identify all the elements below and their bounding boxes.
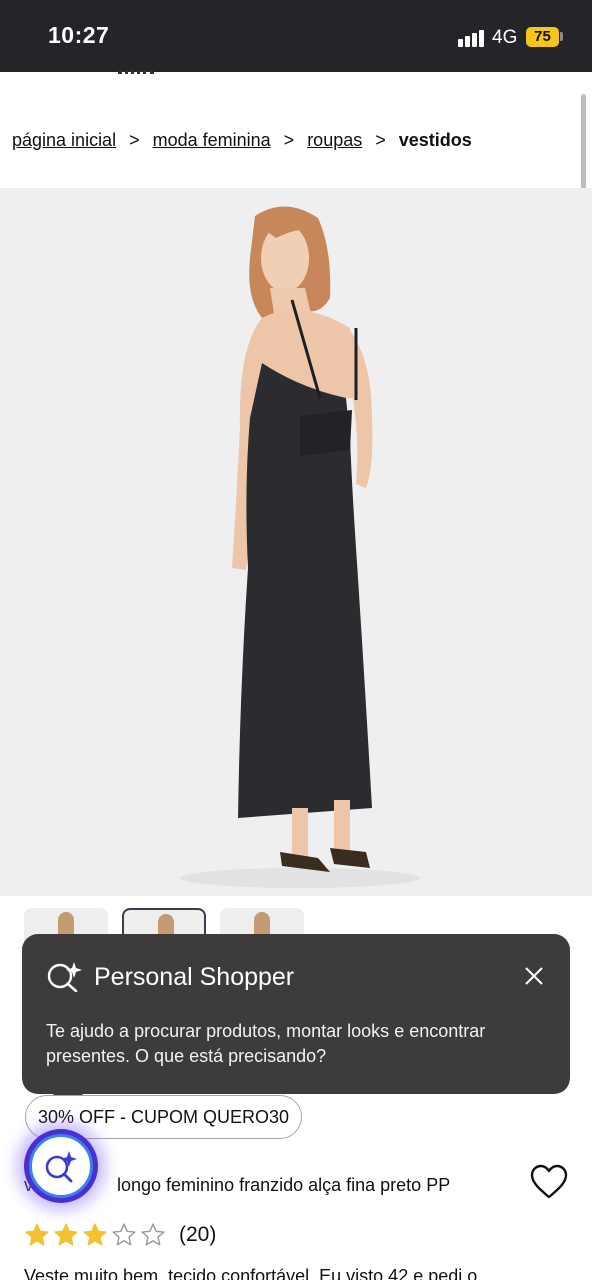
popup-message: Te ajudo a procurar produtos, montar loo… [46, 1021, 486, 1066]
site-header [0, 72, 592, 80]
network-type: 4G [492, 27, 518, 48]
breadcrumb-home[interactable]: página inicial [12, 130, 116, 151]
rating-stars [24, 1222, 166, 1248]
battery-icon: 75 [526, 27, 559, 47]
breadcrumb-roupas[interactable]: roupas [307, 130, 362, 151]
star-icon [112, 1223, 136, 1246]
breadcrumb: página inicial > moda feminina > roupas … [12, 130, 472, 151]
site-logo[interactable] [118, 66, 154, 74]
popup-title: Personal Shopper [94, 963, 295, 991]
star-icon [25, 1223, 49, 1246]
breadcrumb-separator: > [375, 130, 386, 150]
product-photo [0, 188, 592, 896]
breadcrumb-moda-feminina[interactable]: moda feminina [153, 130, 271, 151]
product-image[interactable] [0, 188, 592, 896]
star-icon [54, 1223, 78, 1246]
status-bar: 10:27 4G 75 [0, 0, 592, 72]
sparkle-search-icon [45, 1151, 77, 1183]
product-rating[interactable]: (20) [24, 1222, 216, 1248]
breadcrumb-current: vestidos [398, 130, 472, 150]
star-icon [83, 1223, 107, 1246]
personal-shopper-button[interactable] [24, 1129, 98, 1203]
product-title-text: longo feminino franzido alça fina preto … [117, 1175, 451, 1195]
sparkle-search-icon [46, 960, 82, 993]
fab-inner [29, 1134, 93, 1198]
signal-icon [458, 30, 486, 47]
heart-icon[interactable] [530, 1164, 568, 1200]
review-snippet: Veste muito bem, tecido confortável. Eu … [24, 1266, 478, 1280]
close-icon[interactable] [522, 964, 546, 988]
rating-count: (20) [179, 1223, 217, 1246]
breadcrumb-separator: > [283, 130, 295, 150]
battery-tip [560, 32, 563, 41]
breadcrumb-separator: > [129, 130, 140, 150]
personal-shopper-popup: Personal Shopper Te ajudo a procurar pro… [22, 934, 570, 1109]
star-icon [141, 1223, 165, 1246]
status-time: 10:27 [48, 22, 110, 48]
